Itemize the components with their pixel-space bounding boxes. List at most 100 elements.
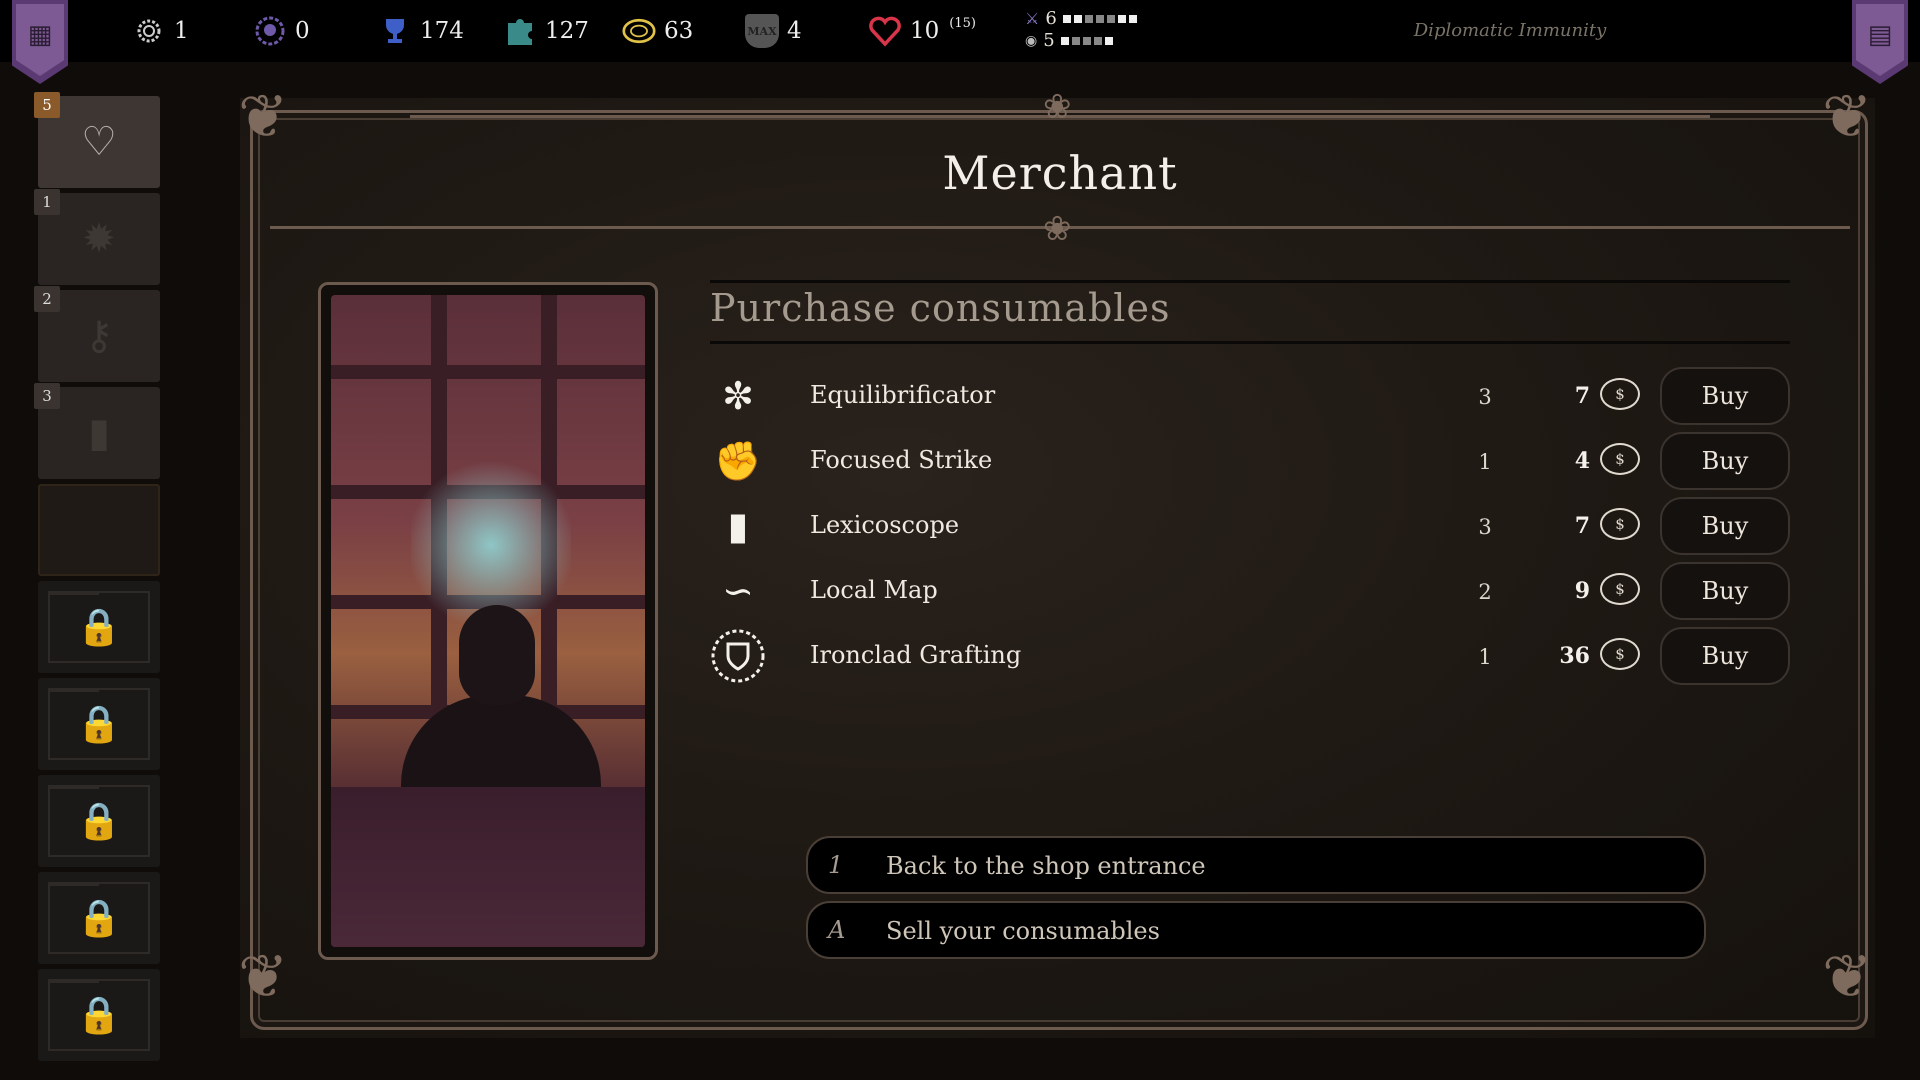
flourish-icon: ❀	[1043, 87, 1072, 127]
hearts-value: 10	[910, 18, 940, 44]
corner-flourish-icon: ❦	[238, 942, 289, 1012]
journal-banner-button[interactable]: ▤	[1852, 0, 1908, 84]
inventory-slot-3[interactable]: 2 ⚷	[34, 286, 160, 382]
lock-icon: 🔒	[76, 801, 122, 842]
section-title: Purchase consumables	[710, 286, 1171, 330]
speed-row: ◉ 5	[1025, 30, 1137, 52]
menu-banner-button[interactable]: ▦	[12, 0, 68, 84]
inventory-slot-locked: 🔒	[38, 581, 160, 673]
location-name: Diplomatic Immunity	[1413, 20, 1607, 41]
section-divider	[710, 341, 1790, 344]
trophy-icon	[378, 14, 412, 48]
item-price: 9	[1574, 578, 1590, 604]
merchant-portrait	[318, 282, 658, 960]
inventory-slot-locked: 🔒	[38, 678, 160, 770]
item-quantity: 2	[1478, 580, 1492, 604]
coin-icon: $	[1600, 508, 1640, 540]
top-bar: ▦ 1 0 174 127 63 MAX 4 10 (15) ⚔ 6 ◉ 5 D…	[0, 0, 1920, 84]
shop-item-row: ∽ Local Map 2 9 $ Buy	[710, 562, 1790, 620]
stat-gears: 1	[132, 14, 189, 48]
stat-trophies: 174	[378, 14, 464, 48]
item-name: Ironclad Grafting	[810, 641, 1022, 669]
lock-icon: 🔒	[76, 607, 122, 648]
gears-value: 1	[174, 18, 189, 44]
attack-value: 6	[1045, 8, 1057, 29]
buy-button[interactable]: Buy	[1660, 432, 1790, 490]
coin-icon: $	[1600, 638, 1640, 670]
item-price: 7	[1574, 513, 1590, 539]
hearts-max: (15)	[949, 16, 976, 31]
stat-skulls: 0	[253, 14, 310, 48]
coins-value: 63	[664, 18, 694, 44]
trophies-value: 174	[420, 18, 464, 44]
action-label: Back to the shop entrance	[886, 852, 1206, 880]
item-price: 4	[1574, 448, 1590, 474]
gear-icon	[132, 14, 166, 48]
inventory-slot-4[interactable]: 3 ▮	[34, 383, 160, 479]
stat-attack-speed: ⚔ 6 ◉ 5	[1025, 8, 1137, 52]
section-divider	[710, 280, 1790, 283]
stat-coins: 63	[622, 14, 693, 48]
item-price: 36	[1559, 643, 1590, 669]
lock-icon: 🔒	[76, 704, 122, 745]
inventory-slot-2[interactable]: 1 ✹	[34, 189, 160, 285]
max-value: 4	[787, 18, 802, 44]
item-quantity: 3	[1478, 515, 1492, 539]
shop-item-row: Ironclad Grafting 1 36 $ Buy	[710, 627, 1790, 685]
shop-item-row: ✊ Focused Strike 1 4 $ Buy	[710, 432, 1790, 490]
key-icon: ⚷	[84, 313, 114, 359]
skull-gear-icon	[253, 14, 287, 48]
inventory-slot-locked: 🔒	[38, 969, 160, 1061]
burst-icon: ✹	[82, 216, 116, 262]
back-to-shop-entrance-button[interactable]: 1 Back to the shop entrance	[806, 836, 1706, 894]
book-icon: ▮	[727, 504, 749, 548]
coin-icon: $	[1600, 443, 1640, 475]
shop-item-row: ✼ Equilibrificator 3 7 $ Buy	[710, 367, 1790, 425]
puzzle-piece-icon	[503, 14, 537, 48]
corner-flourish-icon: ❦	[1822, 82, 1873, 152]
shop-item-row: ▮ Lexicoscope 3 7 $ Buy	[710, 497, 1790, 555]
action-hotkey: A	[828, 916, 846, 944]
stat-hearts: 10 (15)	[868, 14, 976, 48]
map-icon: ▦	[27, 20, 53, 50]
lock-icon: 🔒	[76, 995, 122, 1036]
item-quantity: 1	[1478, 645, 1492, 669]
buy-button[interactable]: Buy	[1660, 497, 1790, 555]
item-name: Lexicoscope	[810, 511, 960, 539]
puzzle-value: 127	[545, 18, 589, 44]
item-price: 7	[1574, 383, 1590, 409]
fist-icon: ✊	[714, 438, 762, 483]
item-quantity: 3	[1478, 385, 1492, 409]
sell-consumables-button[interactable]: A Sell your consumables	[806, 901, 1706, 959]
shield-icon	[710, 629, 766, 683]
page-title: Merchant	[942, 146, 1178, 200]
max-shield-icon: MAX	[745, 14, 779, 48]
coin-icon	[622, 14, 656, 48]
inventory-slot-1[interactable]: 5 ♡	[34, 92, 160, 188]
attack-pips	[1062, 15, 1137, 23]
skulls-value: 0	[295, 18, 310, 44]
inventory-slot-empty[interactable]	[38, 484, 160, 576]
attack-row: ⚔ 6	[1025, 8, 1137, 30]
item-quantity: 1	[1478, 450, 1492, 474]
merchant-illustration	[331, 295, 645, 947]
heart-icon	[868, 14, 902, 48]
speed-pips	[1060, 37, 1113, 45]
item-name: Equilibrificator	[810, 381, 996, 409]
coin-icon: $	[1600, 378, 1640, 410]
buy-button[interactable]: Buy	[1660, 627, 1790, 685]
buy-button[interactable]: Buy	[1660, 562, 1790, 620]
scroll-icon: ▤	[1867, 20, 1893, 50]
inventory-slot-locked: 🔒	[38, 775, 160, 867]
corner-flourish-icon: ❦	[238, 82, 289, 152]
stat-max: MAX 4	[745, 14, 802, 48]
flourish-icon: ❀	[1043, 209, 1072, 249]
potion-heart-icon: ♡	[81, 119, 117, 165]
lock-icon: 🔒	[76, 898, 122, 939]
buy-button[interactable]: Buy	[1660, 367, 1790, 425]
bar-chart-icon: ▮	[87, 410, 110, 456]
corner-flourish-icon: ❦	[1822, 942, 1873, 1012]
speed-value: 5	[1043, 30, 1055, 51]
item-name: Focused Strike	[810, 446, 993, 474]
swirl-icon: ✼	[722, 374, 754, 418]
